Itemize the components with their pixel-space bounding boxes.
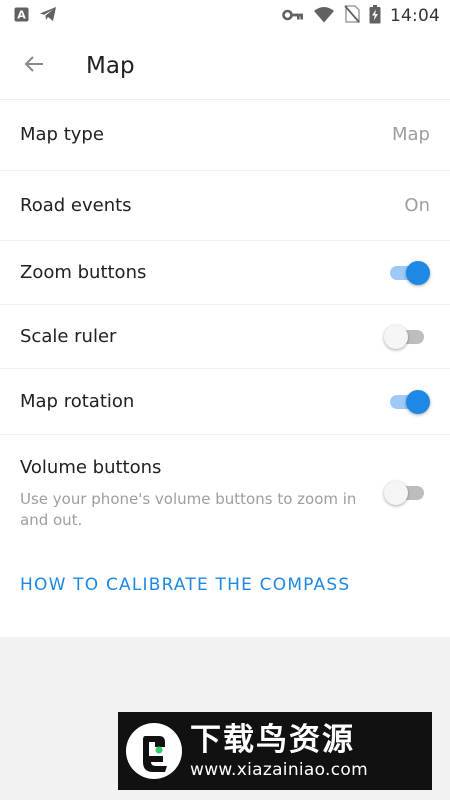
map-rotation-label: Map rotation xyxy=(20,391,135,412)
scale-ruler-row[interactable]: Scale ruler xyxy=(0,305,450,369)
settings-list: Map type Map Road events On Zoom buttons… xyxy=(0,100,450,637)
no-sim-icon xyxy=(344,5,360,27)
watermark-url: www.xiazainiao.com xyxy=(190,760,368,780)
volume-buttons-switch[interactable] xyxy=(384,480,426,506)
map-type-row[interactable]: Map type Map xyxy=(0,100,450,171)
calibrate-section: HOW TO CALIBRATE THE COMPASS xyxy=(0,551,450,637)
map-type-label: Map type xyxy=(20,124,104,145)
arrow-left-icon xyxy=(23,53,45,79)
status-right-icons: 14:04 xyxy=(282,4,440,28)
map-type-value: Map xyxy=(392,124,430,145)
zoom-buttons-switch[interactable] xyxy=(388,260,430,286)
app-bar: Map xyxy=(0,32,450,100)
page-title: Map xyxy=(86,53,135,79)
road-events-label: Road events xyxy=(20,195,132,216)
calibrate-compass-link[interactable]: HOW TO CALIBRATE THE COMPASS xyxy=(20,575,350,595)
watermark-banner: 下载鸟资源 www.xiazainiao.com xyxy=(118,712,432,790)
switch-thumb xyxy=(384,325,408,349)
back-button[interactable] xyxy=(16,48,52,84)
switch-thumb xyxy=(406,261,430,285)
zoom-buttons-label: Zoom buttons xyxy=(20,262,147,283)
watermark-text: 下载鸟资源 www.xiazainiao.com xyxy=(190,721,368,781)
volume-buttons-label: Volume buttons xyxy=(20,457,162,478)
status-left-icons: A xyxy=(14,6,57,26)
status-bar: A 14:04 xyxy=(0,0,450,32)
watermark-title: 下载鸟资源 xyxy=(190,722,355,758)
switch-thumb xyxy=(384,481,408,505)
road-events-row[interactable]: Road events On xyxy=(0,171,450,241)
a-badge-icon: A xyxy=(14,7,29,26)
watermark-logo xyxy=(124,721,184,781)
switch-thumb xyxy=(406,390,430,414)
wifi-icon xyxy=(313,6,335,27)
zoom-buttons-row[interactable]: Zoom buttons xyxy=(0,241,450,305)
road-events-value: On xyxy=(404,195,430,216)
scale-ruler-label: Scale ruler xyxy=(20,326,117,347)
telegram-icon xyxy=(39,6,57,26)
scale-ruler-switch[interactable] xyxy=(384,324,426,350)
key-icon xyxy=(282,7,304,26)
volume-buttons-description: Use your phone's volume buttons to zoom … xyxy=(20,490,357,529)
volume-buttons-row[interactable]: Volume buttons Use your phone's volume b… xyxy=(0,435,450,551)
svg-text:A: A xyxy=(17,8,26,21)
map-rotation-switch[interactable] xyxy=(388,389,430,415)
map-rotation-row[interactable]: Map rotation xyxy=(0,369,450,435)
status-time: 14:04 xyxy=(390,6,440,26)
battery-charging-icon xyxy=(369,4,381,28)
